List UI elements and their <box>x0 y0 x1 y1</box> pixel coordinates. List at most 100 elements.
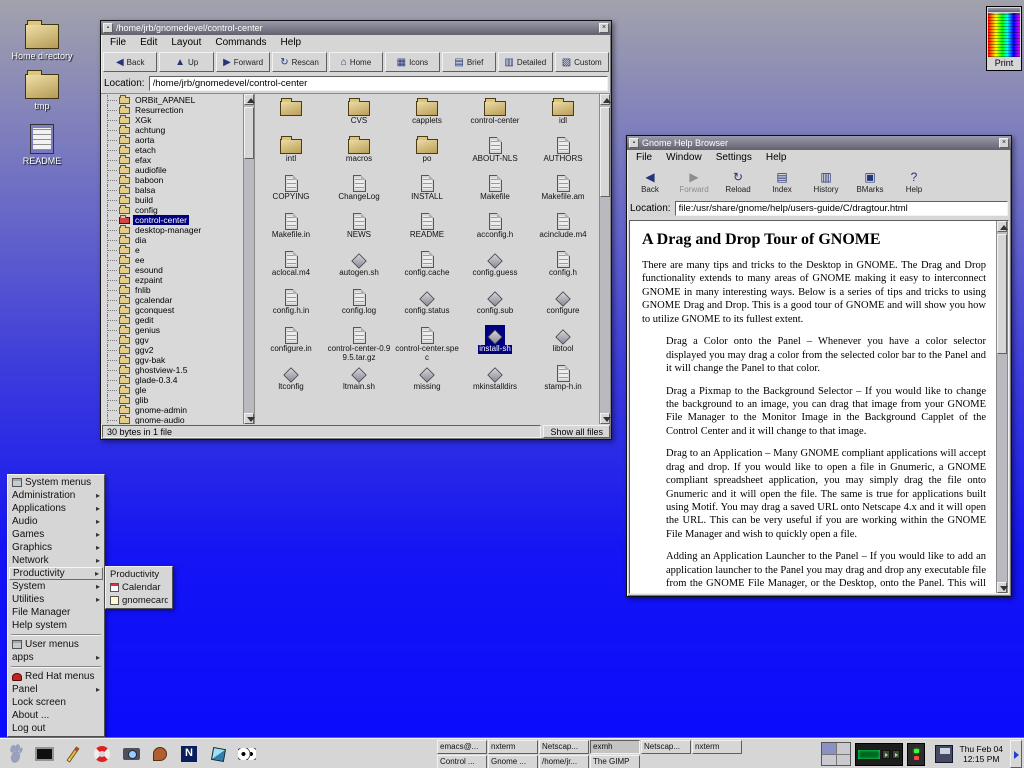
index-button[interactable]: ▤ Index <box>761 167 803 197</box>
tree-item[interactable]: balsa <box>101 185 243 195</box>
menu-item[interactable]: Games ▸ <box>9 528 103 541</box>
cd-play-icon[interactable] <box>882 750 890 759</box>
netscape-launcher[interactable] <box>175 740 203 768</box>
file-icon-item[interactable]: config.cache <box>393 249 461 287</box>
menubar-item[interactable]: Commands <box>208 36 273 49</box>
tree-item[interactable]: esound <box>101 265 243 275</box>
help-launcher[interactable] <box>88 740 116 768</box>
close-icon[interactable] <box>599 23 609 33</box>
file-icon-item[interactable]: intl <box>257 135 325 173</box>
tree-item[interactable]: config <box>101 205 243 215</box>
forward-button[interactable]: ▶ Forward <box>673 167 715 197</box>
file-icon-item[interactable]: missing <box>393 363 461 401</box>
file-icon-item[interactable] <box>257 97 325 135</box>
menu-item[interactable]: Lock screen <box>9 696 103 709</box>
tree-item[interactable]: ggv <box>101 335 243 345</box>
brief-view-button[interactable]: ▤ Brief <box>442 52 496 72</box>
screenshot-launcher[interactable] <box>117 740 145 768</box>
menu-item[interactable] <box>11 666 101 668</box>
task-button[interactable]: nxterm <box>488 740 538 754</box>
task-button[interactable]: Netscap... <box>641 740 691 754</box>
menu-item[interactable]: Graphics ▸ <box>9 541 103 554</box>
pager-applet[interactable] <box>821 742 851 766</box>
menu-item[interactable]: System ▸ <box>9 580 103 593</box>
fm-titlebar[interactable]: /home/jrb/gnomedevel/control-center <box>101 21 611 35</box>
scroll-up-icon[interactable] <box>244 94 254 105</box>
task-button[interactable]: exmh <box>590 740 640 754</box>
tree-item[interactable]: ee <box>101 255 243 265</box>
reload-button[interactable]: ↻ Reload <box>717 167 759 197</box>
eyes-applet[interactable] <box>233 740 261 768</box>
menu-item[interactable]: Audio ▸ <box>9 515 103 528</box>
menubar-item[interactable]: Edit <box>133 36 164 49</box>
menu-item[interactable]: About ... <box>9 709 103 722</box>
tree-item[interactable]: glade-0.3.4 <box>101 375 243 385</box>
menu-item[interactable]: Red Hat menus <box>9 670 103 683</box>
submenu-item[interactable]: gnomecard <box>107 594 171 607</box>
tree-item[interactable]: audiofile <box>101 165 243 175</box>
files-scrollbar[interactable] <box>599 94 611 424</box>
modem-lights-applet[interactable] <box>907 743 925 766</box>
tree-item[interactable]: gedit <box>101 315 243 325</box>
cd-next-icon[interactable] <box>892 750 900 759</box>
desktop-icon[interactable]: Home directory <box>11 24 72 61</box>
submenu-item[interactable]: Productivity <box>107 568 171 581</box>
tree-item[interactable]: ORBit_APANEL <box>101 95 243 105</box>
file-icon-item[interactable]: Makefile.in <box>257 211 325 249</box>
menu-item[interactable]: apps ▸ <box>9 651 103 664</box>
file-icon-item[interactable]: macros <box>325 135 393 173</box>
help-scrollbar[interactable] <box>996 221 1008 593</box>
file-icon-item[interactable]: COPYING <box>257 173 325 211</box>
file-icon-item[interactable]: ltconfig <box>257 363 325 401</box>
back-button[interactable]: ◀ Back <box>103 52 157 72</box>
menubar-item[interactable]: Layout <box>164 36 208 49</box>
pager-desk[interactable] <box>822 743 836 754</box>
terminal-launcher[interactable] <box>30 740 58 768</box>
tree-item[interactable]: baboon <box>101 175 243 185</box>
menu-item[interactable]: Log out <box>9 722 103 735</box>
file-icon-item[interactable]: AUTHORS <box>529 135 597 173</box>
tree-item[interactable]: aorta <box>101 135 243 145</box>
cd-player-applet[interactable] <box>855 743 903 766</box>
file-icon-item[interactable]: mkinstalldirs <box>461 363 529 401</box>
paint-launcher[interactable] <box>146 740 174 768</box>
file-icon-item[interactable]: config.sub <box>461 287 529 325</box>
window-menu-icon[interactable] <box>103 23 113 33</box>
task-button[interactable]: Control ... <box>437 755 487 768</box>
tree-item[interactable]: dia <box>101 235 243 245</box>
file-icon-item[interactable]: Makefile.am <box>529 173 597 211</box>
window-menu-icon[interactable] <box>629 138 639 148</box>
forward-button[interactable]: ▶ Forward <box>216 52 270 72</box>
tree-item[interactable]: efax <box>101 155 243 165</box>
history-button[interactable]: ▥ History <box>805 167 847 197</box>
file-icon-item[interactable]: NEWS <box>325 211 393 249</box>
task-button[interactable]: emacs@... <box>437 740 487 754</box>
location-input[interactable] <box>149 76 608 91</box>
tree-item[interactable]: ghostview-1.5 <box>101 365 243 375</box>
tree-item[interactable]: desktop-manager <box>101 225 243 235</box>
pager-desk[interactable] <box>837 743 851 754</box>
tree-item[interactable]: Resurrection <box>101 105 243 115</box>
up-button[interactable]: ▲ Up <box>159 52 213 72</box>
tree-item[interactable]: build <box>101 195 243 205</box>
file-icon-item[interactable]: ABOUT-NLS <box>461 135 529 173</box>
bookmarks-button[interactable]: ▣ BMarks <box>849 167 891 197</box>
tree-item[interactable]: gnome-audio <box>101 415 243 424</box>
print-applet-titlebar[interactable] <box>988 8 1020 12</box>
tree-item[interactable]: achtung <box>101 125 243 135</box>
detailed-view-button[interactable]: ▥ Detailed <box>498 52 552 72</box>
file-icon-item[interactable]: control-center.spec <box>393 325 461 363</box>
menu-item[interactable]: Applications ▸ <box>9 502 103 515</box>
scroll-track[interactable] <box>600 105 610 413</box>
file-icon-item[interactable]: aclocal.m4 <box>257 249 325 287</box>
file-icon-item[interactable]: README <box>393 211 461 249</box>
tree-item[interactable]: genius <box>101 325 243 335</box>
drive-mount-applet[interactable] <box>935 745 953 763</box>
scroll-up-icon[interactable] <box>600 94 610 105</box>
scroll-down-icon[interactable] <box>997 582 1007 593</box>
menu-item[interactable]: Help system <box>9 619 103 632</box>
menubar-item[interactable]: File <box>629 151 659 164</box>
file-icon-item[interactable]: config.status <box>393 287 461 325</box>
submenu-item[interactable]: Calendar <box>107 581 171 594</box>
tree-item[interactable]: control-center <box>101 215 243 225</box>
